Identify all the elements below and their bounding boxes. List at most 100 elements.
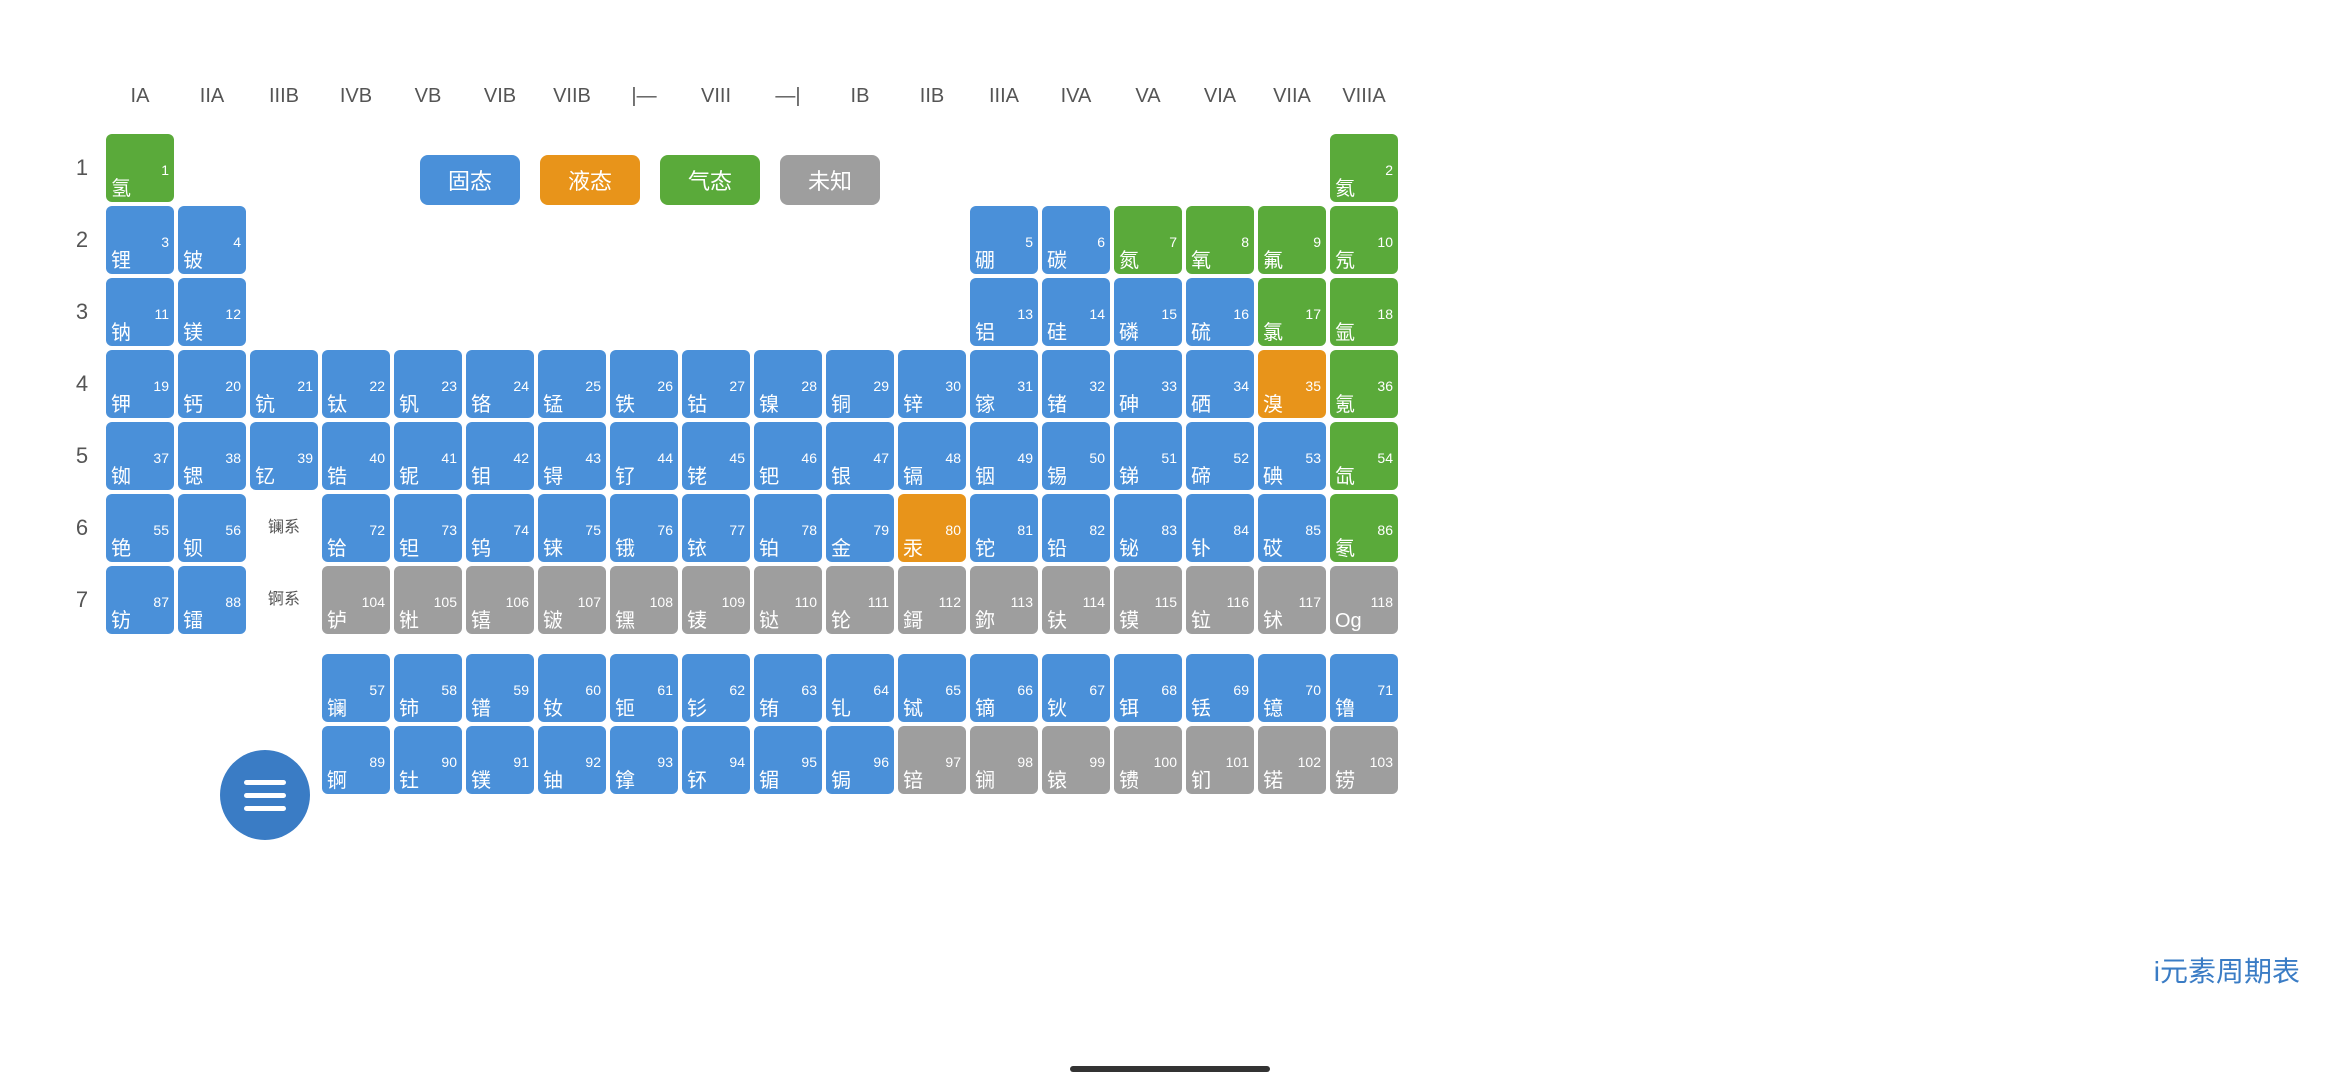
element-Br[interactable]: 35 溴: [1258, 350, 1326, 418]
element-Sg[interactable]: 106 𬭳: [466, 566, 534, 634]
element-Pu[interactable]: 94 钚: [682, 726, 750, 794]
element-F[interactable]: 9 氟: [1258, 206, 1326, 274]
element-Nb[interactable]: 41 铌: [394, 422, 462, 490]
element-N[interactable]: 7 氮: [1114, 206, 1182, 274]
element-No[interactable]: 102 锘: [1258, 726, 1326, 794]
element-Li[interactable]: 3 锂: [106, 206, 174, 274]
element-Sn[interactable]: 50 锡: [1042, 422, 1110, 490]
element-Ca[interactable]: 20 钙: [178, 350, 246, 418]
element-Fe[interactable]: 26 铁: [610, 350, 678, 418]
element-Ni[interactable]: 28 镍: [754, 350, 822, 418]
element-Xe[interactable]: 54 氙: [1330, 422, 1398, 490]
element-Se[interactable]: 34 硒: [1186, 350, 1254, 418]
element-Po[interactable]: 84 钋: [1186, 494, 1254, 562]
element-Pb[interactable]: 82 铅: [1042, 494, 1110, 562]
element-Te[interactable]: 52 碲: [1186, 422, 1254, 490]
element-Sc[interactable]: 21 钪: [250, 350, 318, 418]
element-Lr[interactable]: 103 铹: [1330, 726, 1398, 794]
element-S[interactable]: 16 硫: [1186, 278, 1254, 346]
element-Sm[interactable]: 62 钐: [682, 654, 750, 722]
element-Fm[interactable]: 100 镄: [1114, 726, 1182, 794]
menu-button[interactable]: [220, 750, 310, 840]
element-Ru[interactable]: 44 钌: [610, 422, 678, 490]
element-Au[interactable]: 79 金: [826, 494, 894, 562]
element-B[interactable]: 5 硼: [970, 206, 1038, 274]
element-Tc[interactable]: 43 锝: [538, 422, 606, 490]
element-Ds[interactable]: 110 𫟼: [754, 566, 822, 634]
element-Pt[interactable]: 78 铂: [754, 494, 822, 562]
element-Np[interactable]: 93 镎: [610, 726, 678, 794]
element-Ta[interactable]: 73 钽: [394, 494, 462, 562]
element-Ti[interactable]: 22 钛: [322, 350, 390, 418]
element-Am[interactable]: 95 镅: [754, 726, 822, 794]
element-Rb[interactable]: 37 铷: [106, 422, 174, 490]
element-Bh[interactable]: 107 𬭛: [538, 566, 606, 634]
element-Er[interactable]: 68 铒: [1114, 654, 1182, 722]
element-Ho[interactable]: 67 钬: [1042, 654, 1110, 722]
element-Fr[interactable]: 87 钫: [106, 566, 174, 634]
element-Fl[interactable]: 114 𫓧: [1042, 566, 1110, 634]
element-Gd[interactable]: 64 钆: [826, 654, 894, 722]
element-Rf[interactable]: 104 𬬻: [322, 566, 390, 634]
element-As[interactable]: 33 砷: [1114, 350, 1182, 418]
element-Pa[interactable]: 91 镤: [466, 726, 534, 794]
element-Mt[interactable]: 109 鿏: [682, 566, 750, 634]
element-In[interactable]: 49 铟: [970, 422, 1038, 490]
element-Na[interactable]: 11 钠: [106, 278, 174, 346]
element-Tl[interactable]: 81 铊: [970, 494, 1038, 562]
element-Bk[interactable]: 97 锫: [898, 726, 966, 794]
element-Ac[interactable]: 89 锕: [322, 726, 390, 794]
element-Ra[interactable]: 88 镭: [178, 566, 246, 634]
element-Cr[interactable]: 24 铬: [466, 350, 534, 418]
element-V[interactable]: 23 钒: [394, 350, 462, 418]
element-I[interactable]: 53 碘: [1258, 422, 1326, 490]
element-Rh[interactable]: 45 铑: [682, 422, 750, 490]
element-Hf[interactable]: 72 铪: [322, 494, 390, 562]
element-Db[interactable]: 105 𬭊: [394, 566, 462, 634]
element-Si[interactable]: 14 硅: [1042, 278, 1110, 346]
element-Pd[interactable]: 46 钯: [754, 422, 822, 490]
element-Ga[interactable]: 31 镓: [970, 350, 1038, 418]
element-Dy[interactable]: 66 镝: [970, 654, 1038, 722]
element-Pr[interactable]: 59 镨: [466, 654, 534, 722]
element-Cf[interactable]: 98 锎: [970, 726, 1038, 794]
element-Sr[interactable]: 38 锶: [178, 422, 246, 490]
element-Yb[interactable]: 70 镱: [1258, 654, 1326, 722]
element-Mo[interactable]: 42 钼: [466, 422, 534, 490]
element-Cd[interactable]: 48 镉: [898, 422, 966, 490]
element-Es[interactable]: 99 锿: [1042, 726, 1110, 794]
element-Zn[interactable]: 30 锌: [898, 350, 966, 418]
element-Mn[interactable]: 25 锰: [538, 350, 606, 418]
element-La[interactable]: 57 镧: [322, 654, 390, 722]
element-Sb[interactable]: 51 锑: [1114, 422, 1182, 490]
element-W[interactable]: 74 钨: [466, 494, 534, 562]
element-Ar[interactable]: 18 氩: [1330, 278, 1398, 346]
element-Ag[interactable]: 47 银: [826, 422, 894, 490]
element-C[interactable]: 6 碳: [1042, 206, 1110, 274]
element-Lv[interactable]: 116 𫟷: [1186, 566, 1254, 634]
element-Ce[interactable]: 58 铈: [394, 654, 462, 722]
element-Ir[interactable]: 77 铱: [682, 494, 750, 562]
element-P[interactable]: 15 磷: [1114, 278, 1182, 346]
element-Os[interactable]: 76 锇: [610, 494, 678, 562]
element-K[interactable]: 19 钾: [106, 350, 174, 418]
element-Th[interactable]: 90 钍: [394, 726, 462, 794]
element-Pm[interactable]: 61 钷: [610, 654, 678, 722]
element-Mg[interactable]: 12 镁: [178, 278, 246, 346]
element-Co[interactable]: 27 钴: [682, 350, 750, 418]
element-Be[interactable]: 4 铍: [178, 206, 246, 274]
element-He[interactable]: 2 氦: [1330, 134, 1398, 202]
element-Ts[interactable]: 117 𬬸: [1258, 566, 1326, 634]
element-Nh[interactable]: 113 鉨: [970, 566, 1038, 634]
element-Re[interactable]: 75 铼: [538, 494, 606, 562]
element-O[interactable]: 8 氧: [1186, 206, 1254, 274]
element-Y[interactable]: 39 钇: [250, 422, 318, 490]
element-Al[interactable]: 13 铝: [970, 278, 1038, 346]
element-Ba[interactable]: 56 钡: [178, 494, 246, 562]
element-Cu[interactable]: 29 铜: [826, 350, 894, 418]
element-Ne[interactable]: 10 氖: [1330, 206, 1398, 274]
element-Cm[interactable]: 96 锔: [826, 726, 894, 794]
element-Cn[interactable]: 112 鎶: [898, 566, 966, 634]
element-Bi[interactable]: 83 铋: [1114, 494, 1182, 562]
element-Rg[interactable]: 111 𬬭: [826, 566, 894, 634]
